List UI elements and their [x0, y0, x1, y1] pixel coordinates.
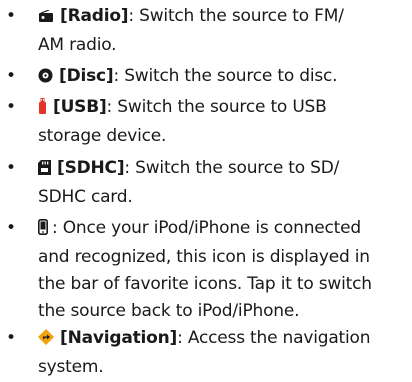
- item-description-continued: storage device.: [38, 126, 167, 146]
- sd-card-icon: [38, 157, 51, 184]
- radio-icon: [38, 5, 54, 32]
- item-description-continued: the bar of favorite icons. Tap it to swi…: [38, 274, 372, 294]
- bullet: •: [6, 66, 17, 86]
- navigation-icon: [38, 327, 54, 354]
- item-text: [Disc]: Switch the source to disc.: [38, 63, 410, 92]
- item-text: [Navigation]: Access the navigation syst…: [38, 325, 410, 381]
- ipod-icon: [38, 217, 48, 244]
- item-label: [Navigation]: [60, 328, 178, 348]
- disc-icon: [38, 65, 53, 92]
- item-label: [Disc]: [59, 66, 114, 86]
- item-text: [Radio]: Switch the source to FM/ AM rad…: [38, 3, 410, 59]
- item-label: [Radio]: [60, 6, 129, 26]
- bullet: •: [6, 328, 17, 348]
- item-description: : Switch the source to disc.: [113, 66, 338, 86]
- bullet: •: [6, 6, 17, 26]
- item-text: [USB]: Switch the source to USB storage …: [38, 94, 410, 150]
- item-description-continued: system.: [38, 357, 104, 377]
- item-description: : Switch the source to SD/: [124, 158, 340, 178]
- item-description-continued: and recognized, this icon is displayed i…: [38, 247, 370, 267]
- item-label: [USB]: [53, 97, 107, 117]
- item-description-continued: AM radio.: [38, 35, 117, 55]
- bullet: •: [6, 158, 17, 178]
- item-description: : Switch the source to USB: [106, 97, 327, 117]
- item-text: [SDHC]: Switch the source to SD/ SDHC ca…: [38, 155, 410, 211]
- bullet: •: [6, 97, 17, 117]
- item-description-continued: the source back to iPod/iPhone.: [38, 301, 300, 321]
- item-description-continued: SDHC card.: [38, 187, 133, 207]
- usb-icon: [38, 96, 47, 123]
- bullet: •: [6, 218, 17, 238]
- item-description: : Switch the source to FM/: [128, 6, 344, 26]
- item-label: [SDHC]: [57, 158, 125, 178]
- item-text: : Once your iPod/iPhone is connected and…: [38, 215, 410, 325]
- item-description: : Access the navigation: [177, 328, 371, 348]
- item-description: : Once your iPod/iPhone is connected: [52, 218, 362, 238]
